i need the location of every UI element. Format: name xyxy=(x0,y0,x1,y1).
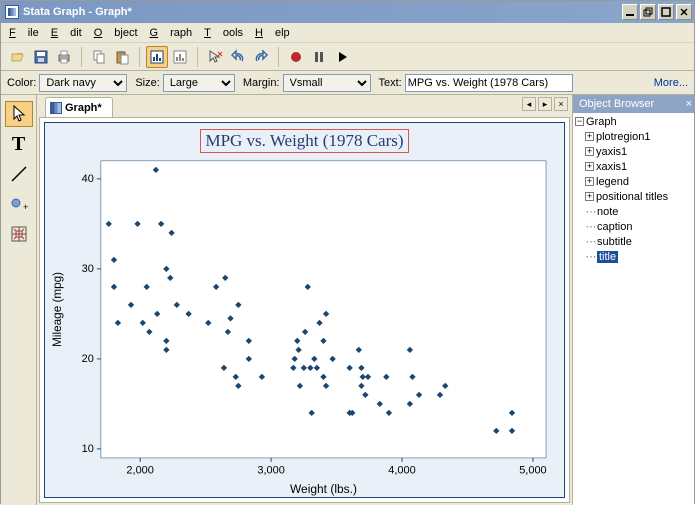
graph-pane: Graph* ◂ ▸ × MPG vs. Weight (1978 Cars) … xyxy=(37,95,572,505)
copy-button[interactable] xyxy=(88,46,110,68)
text-field[interactable]: MPG vs. Weight (1978 Cars) xyxy=(405,74,573,92)
chart-title[interactable]: MPG vs. Weight (1978 Cars) xyxy=(200,129,408,153)
tree-item[interactable]: ⋯note xyxy=(575,205,692,220)
minimize-button[interactable] xyxy=(622,4,638,20)
svg-text:+: + xyxy=(23,202,28,212)
open-button[interactable] xyxy=(7,46,29,68)
svg-text:20: 20 xyxy=(82,353,94,365)
graph-tab[interactable]: Graph* xyxy=(45,97,113,117)
tab-prev[interactable]: ◂ xyxy=(522,97,536,111)
more-link[interactable]: More... xyxy=(654,77,688,89)
play-button[interactable] xyxy=(331,46,353,68)
title-bar: Stata Graph - Graph* xyxy=(1,1,694,23)
tool-strip: T + xyxy=(1,95,37,505)
menu-tools[interactable]: Tools xyxy=(204,27,243,39)
color-select[interactable]: Dark navy xyxy=(39,74,127,92)
properties-bar: Color: Dark navy Size: Large Margin: Vsm… xyxy=(1,71,694,95)
object-browser: Object Browser × −Graph +plotregion1+yaxi… xyxy=(572,95,694,505)
paste-button[interactable] xyxy=(111,46,133,68)
grid-edit-tool[interactable] xyxy=(5,221,33,247)
svg-text:5,000: 5,000 xyxy=(519,465,546,477)
tree-expand-icon[interactable]: + xyxy=(585,132,594,141)
tree-expand-icon[interactable]: + xyxy=(585,192,594,201)
menu-graph[interactable]: Graph xyxy=(150,27,193,39)
object-browser-title: Object Browser xyxy=(579,98,654,110)
graph-preview-button[interactable] xyxy=(169,46,191,68)
graph-tab-icon xyxy=(50,102,62,114)
tree-item[interactable]: +xaxis1 xyxy=(575,160,692,175)
svg-text:Weight (lbs.): Weight (lbs.) xyxy=(290,482,357,496)
tree-item[interactable]: +positional titles xyxy=(575,190,692,205)
graph-editor-button[interactable] xyxy=(146,46,168,68)
graph-tab-label: Graph* xyxy=(65,102,102,114)
tree-item[interactable]: ⋯caption xyxy=(575,220,692,235)
size-label: Size: xyxy=(135,77,159,89)
line-tool[interactable] xyxy=(5,161,33,187)
tree-expand-icon[interactable]: + xyxy=(585,147,594,156)
tree-expand-icon[interactable]: + xyxy=(585,162,594,171)
menu-edit[interactable]: Edit xyxy=(51,27,82,39)
text-tool[interactable]: T xyxy=(5,131,33,157)
toolbar xyxy=(1,43,694,71)
tree-item[interactable]: +legend xyxy=(575,175,692,190)
svg-text:30: 30 xyxy=(82,263,94,275)
save-button[interactable] xyxy=(30,46,52,68)
svg-text:4,000: 4,000 xyxy=(388,465,415,477)
svg-text:2,000: 2,000 xyxy=(126,465,153,477)
tree-item[interactable]: +plotregion1 xyxy=(575,130,692,145)
maximize-button[interactable] xyxy=(658,4,674,20)
margin-select[interactable]: Vsmall xyxy=(283,74,371,92)
scatter-chart[interactable]: 10 20 30 40 2,000 3,000 4,000 5,000 Weight (lbs.… xyxy=(45,155,564,497)
tree-item[interactable]: +yaxis1 xyxy=(575,145,692,160)
margin-label: Margin: xyxy=(243,77,280,89)
svg-text:Mileage (mpg): Mileage (mpg) xyxy=(50,272,64,347)
redo-button[interactable] xyxy=(250,46,272,68)
pause-button[interactable] xyxy=(308,46,330,68)
tree-collapse-icon[interactable]: − xyxy=(575,117,584,126)
object-browser-close[interactable]: × xyxy=(686,98,692,110)
tree-item[interactable]: ⋯subtitle xyxy=(575,235,692,250)
undo-button[interactable] xyxy=(227,46,249,68)
pointer-tool[interactable] xyxy=(5,101,33,127)
tab-close[interactable]: × xyxy=(554,97,568,111)
svg-text:10: 10 xyxy=(82,443,94,455)
marker-tool[interactable]: + xyxy=(5,191,33,217)
restore-button[interactable] xyxy=(640,4,656,20)
tree-expand-icon[interactable]: + xyxy=(585,177,594,186)
menu-bar: File Edit Object Graph Tools Help xyxy=(1,23,694,43)
print-button[interactable] xyxy=(53,46,75,68)
menu-help[interactable]: Help xyxy=(255,27,290,39)
tab-next[interactable]: ▸ xyxy=(538,97,552,111)
close-button[interactable] xyxy=(676,4,692,20)
app-icon xyxy=(5,5,19,19)
deselect-button[interactable] xyxy=(204,46,226,68)
svg-text:40: 40 xyxy=(82,173,94,185)
menu-object[interactable]: Object xyxy=(94,27,138,39)
text-label: Text: xyxy=(379,77,402,89)
svg-text:3,000: 3,000 xyxy=(257,465,284,477)
tree-root[interactable]: Graph xyxy=(586,116,617,128)
tree-item[interactable]: ⋯title xyxy=(575,250,692,265)
record-button[interactable] xyxy=(285,46,307,68)
menu-file[interactable]: File xyxy=(9,27,39,39)
window-title: Stata Graph - Graph* xyxy=(23,6,622,18)
color-label: Color: xyxy=(7,77,36,89)
size-select[interactable]: Large xyxy=(163,74,235,92)
